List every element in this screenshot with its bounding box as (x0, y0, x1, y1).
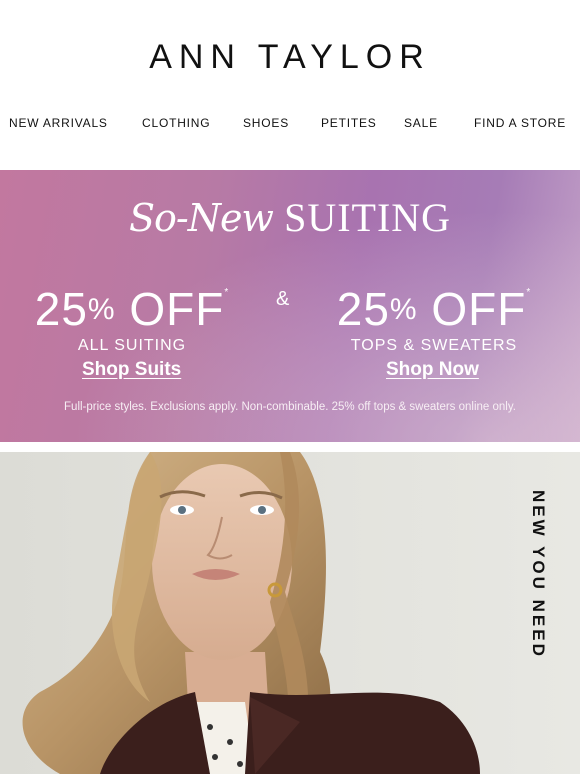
percent-sign: % (389, 293, 418, 326)
offer-tops-subtitle: TOPS & SWEATERS (350, 337, 518, 354)
nav-item-shoes[interactable]: SHOES (243, 116, 289, 130)
promo-title-script: So-New (128, 196, 274, 240)
main-nav: NEW ARRIVALS CLOTHING SHOES PETITES SALE… (0, 116, 580, 134)
offer-tops-percent: 25 (336, 283, 390, 335)
promo-title: So-New SUITING (0, 194, 580, 241)
nav-item-find-a-store[interactable]: FIND A STORE (474, 116, 566, 130)
offer-connector: & (276, 288, 290, 310)
hero-side-text: NEW YOU NEED (529, 490, 548, 659)
offer-suiting: 25% OFF* ALL SUITING (30, 270, 234, 355)
offer-tops-headline: 25% OFF* (330, 270, 538, 333)
shop-suits-link[interactable]: Shop Suits (82, 359, 181, 381)
suiting-promo-banner[interactable]: So-New SUITING 25% OFF* ALL SUITING & 25… (0, 170, 580, 442)
asterisk-mark: * (526, 287, 532, 298)
offer-suiting-headline: 25% OFF* (30, 270, 234, 333)
nav-item-sale[interactable]: SALE (404, 116, 438, 130)
offer-suiting-percent: 25 (34, 283, 88, 335)
hero-image-banner[interactable]: NEW YOU NEED (0, 452, 580, 774)
asterisk-mark: * (224, 287, 230, 298)
brand-logo[interactable]: ANN TAYLOR (0, 38, 580, 77)
shop-now-link[interactable]: Shop Now (386, 359, 479, 381)
model-portrait-image (0, 452, 580, 774)
offer-suiting-subtitle: ALL SUITING (77, 337, 187, 354)
percent-sign: % (87, 293, 116, 326)
offer-tops-sweaters: 25% OFF* TOPS & SWEATERS (330, 270, 538, 355)
nav-item-petites[interactable]: PETITES (321, 116, 377, 130)
offer-tops-off: OFF (431, 283, 527, 335)
promo-title-caps: SUITING (284, 195, 452, 240)
promo-disclaimer: Full-price styles. Exclusions apply. Non… (64, 401, 516, 413)
nav-item-new-arrivals[interactable]: NEW ARRIVALS (9, 116, 108, 130)
nav-item-clothing[interactable]: CLOTHING (142, 116, 210, 130)
offer-suiting-off: OFF (129, 283, 225, 335)
email-header: ANN TAYLOR NEW ARRIVALS CLOTHING SHOES P… (0, 0, 580, 170)
